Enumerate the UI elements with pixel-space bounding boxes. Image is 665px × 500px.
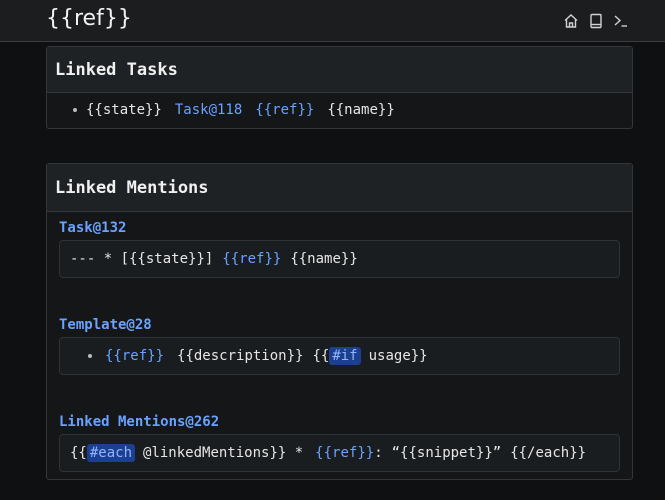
home-icon[interactable] (562, 12, 580, 30)
task-link[interactable]: Task@118 (175, 102, 242, 118)
snippet-text: {{name}} (290, 251, 358, 267)
keyword-badge: #each (86, 444, 136, 462)
mention-entry: Template@28 {{ref}} {{description}} {{#if u… (59, 311, 620, 375)
snippet-text: --- * [{{state}}] (70, 251, 214, 267)
snippet-text: {{/each}} (510, 445, 587, 461)
linked-mentions-header: Linked Mentions (47, 164, 632, 212)
task-ref-link[interactable]: {{ref}} (255, 102, 314, 118)
snippet-text: “{{snippet}}” (391, 445, 502, 461)
linked-mentions-title: Linked Mentions (55, 177, 209, 198)
list-item: {{state}} Task@118 {{ref}} {{name}} (59, 93, 620, 127)
mention-snippet: {{ref}} {{description}} {{#if usage}} (59, 337, 620, 375)
book-icon[interactable] (587, 12, 605, 30)
snippet-ref-link[interactable]: {{ref}} (105, 348, 164, 364)
task-name: {{name}} (327, 102, 395, 118)
mention-title-link[interactable]: Template@28 (59, 311, 620, 333)
mention-title-link[interactable]: Linked Mentions@262 (59, 408, 620, 430)
bullet-icon (73, 108, 77, 112)
snippet-text: usage}} (368, 348, 428, 364)
snippet-text: {{ (312, 348, 330, 364)
mention-title-link[interactable]: Task@132 (59, 214, 620, 236)
task-state: {{state}} (86, 102, 162, 118)
snippet-text: @linkedMentions}} * (143, 445, 304, 461)
keyword-badge: #if (329, 347, 361, 365)
linked-tasks-header: Linked Tasks (47, 47, 632, 93)
snippet-ref-link[interactable]: {{ref}} (222, 251, 281, 267)
terminal-icon[interactable] (612, 12, 630, 30)
linked-tasks-panel: Linked Tasks {{state}} Task@118 {{ref}} {{n… (46, 46, 633, 129)
snippet-text: {{description}} (177, 348, 304, 364)
linked-mentions-panel: Linked Mentions Task@132 --- * [{{state}… (46, 163, 633, 480)
linked-tasks-title: Linked Tasks (55, 59, 178, 80)
snippet-text: : (374, 445, 383, 461)
brand-logo[interactable]: {{ref}} (46, 6, 132, 31)
snippet-ref-link[interactable]: {{ref}} (315, 445, 374, 461)
bullet-icon (88, 354, 92, 358)
mention-snippet: {{#each @linkedMentions}} * {{ref}}: “{{sni… (59, 434, 620, 472)
top-bar: {{ref}} (0, 0, 665, 42)
mention-entry: Task@132 --- * [{{state}}] {{ref}} {{name}… (59, 214, 620, 278)
snippet-text: {{ (70, 445, 87, 461)
mention-entry: Linked Mentions@262 {{#each @linkedMentio… (59, 408, 620, 472)
mention-snippet: --- * [{{state}}] {{ref}} {{name}} (59, 240, 620, 278)
